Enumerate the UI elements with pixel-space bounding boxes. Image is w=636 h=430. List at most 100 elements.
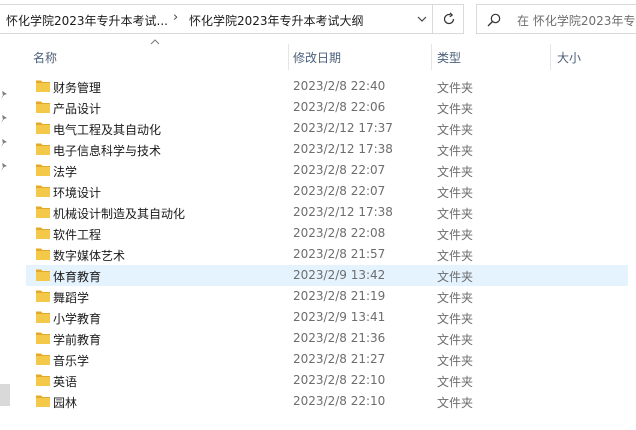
file-date: 2023/2/8 22:07	[293, 163, 386, 177]
file-name: 学前教育	[53, 333, 102, 347]
folder-icon	[36, 374, 50, 386]
column-header-type-label: 类型	[437, 51, 462, 65]
file-type: 文件夹	[437, 270, 474, 284]
file-name: 产品设计	[53, 102, 102, 116]
file-row[interactable]: 法学 2023/2/8 22:07 文件夹	[26, 160, 628, 181]
file-type: 文件夹	[437, 354, 474, 368]
file-date: 2023/2/12 17:38	[293, 142, 393, 156]
pin-icon[interactable]	[0, 162, 8, 172]
file-type: 文件夹	[437, 144, 474, 158]
search-input[interactable]: 在 怀化学院2023年专升本考试大纲 中搜索	[476, 4, 636, 34]
file-row[interactable]: 小学教育 2023/2/9 13:41 文件夹	[26, 307, 628, 328]
column-header-name[interactable]	[26, 38, 288, 76]
file-date: 2023/2/8 21:19	[293, 289, 386, 303]
file-type: 文件夹	[437, 81, 474, 95]
column-header-size-label: 大小	[557, 51, 582, 65]
pin-icon[interactable]	[0, 114, 8, 124]
file-name: 数字媒体艺术	[53, 249, 126, 263]
file-row[interactable]: 电子信息科学与技术 2023/2/12 17:38 文件夹	[26, 139, 628, 160]
file-name: 舞蹈学	[53, 291, 90, 305]
file-type: 文件夹	[437, 102, 474, 116]
scrollbar-thumb[interactable]	[0, 384, 10, 406]
file-row[interactable]: 产品设计 2023/2/8 22:06 文件夹	[26, 97, 628, 118]
file-row[interactable]: 机械设计制造及其自动化 2023/2/12 17:38 文件夹	[26, 202, 628, 223]
column-header-date-label: 修改日期	[293, 51, 342, 65]
address-bar[interactable]: 怀化学院2023年专升本考试... › 怀化学院2023年专升本考试大纲	[0, 4, 464, 34]
file-date: 2023/2/12 17:38	[293, 205, 393, 219]
file-type: 文件夹	[437, 291, 474, 305]
folder-icon	[36, 185, 50, 197]
file-date: 2023/2/8 22:07	[293, 184, 386, 198]
file-name: 机械设计制造及其自动化	[53, 207, 186, 221]
file-row[interactable]: 环境设计 2023/2/8 22:07 文件夹	[26, 181, 628, 202]
file-type: 文件夹	[437, 312, 474, 326]
file-type: 文件夹	[437, 375, 474, 389]
file-row[interactable]: 英语 2023/2/8 22:10 文件夹	[26, 370, 628, 391]
file-date: 2023/2/8 22:10	[293, 394, 386, 408]
file-name: 法学	[53, 165, 78, 179]
file-name: 音乐学	[53, 354, 90, 368]
file-date: 2023/2/8 22:40	[293, 79, 386, 93]
folder-icon	[36, 290, 50, 302]
file-row[interactable]: 软件工程 2023/2/8 22:08 文件夹	[26, 223, 628, 244]
file-row[interactable]: 数字媒体艺术 2023/2/8 21:57 文件夹	[26, 244, 628, 265]
file-row[interactable]: 体育教育 2023/2/9 13:42 文件夹	[26, 265, 628, 286]
folder-icon	[36, 227, 50, 239]
file-row[interactable]: 舞蹈学 2023/2/8 21:19 文件夹	[26, 286, 628, 307]
file-name: 小学教育	[53, 312, 102, 326]
folder-icon	[36, 353, 50, 365]
file-date: 2023/2/8 21:27	[293, 352, 386, 366]
file-name: 电子信息科学与技术	[53, 144, 162, 158]
file-row[interactable]: 音乐学 2023/2/8 21:27 文件夹	[26, 349, 628, 370]
file-type: 文件夹	[437, 207, 474, 221]
folder-icon	[36, 122, 50, 134]
folder-icon	[36, 164, 50, 176]
navigation-pane[interactable]	[0, 38, 12, 430]
file-type: 文件夹	[437, 333, 474, 347]
file-date: 2023/2/12 17:37	[293, 121, 393, 135]
file-name: 园林	[53, 396, 78, 410]
file-name: 电气工程及其自动化	[53, 123, 162, 137]
file-date: 2023/2/8 22:10	[293, 373, 386, 387]
breadcrumb-separator[interactable]: ›	[173, 10, 178, 25]
file-date: 2023/2/9 13:41	[293, 310, 386, 324]
folder-icon	[36, 143, 50, 155]
file-type: 文件夹	[437, 249, 474, 263]
pin-icon[interactable]	[0, 138, 8, 148]
file-date: 2023/2/9 13:42	[293, 268, 386, 282]
column-header-name-label: 名称	[33, 51, 58, 65]
folder-icon	[36, 395, 50, 407]
refresh-icon	[443, 12, 455, 25]
pin-icon[interactable]	[0, 90, 8, 100]
file-name: 环境设计	[53, 186, 102, 200]
folder-icon	[36, 332, 50, 344]
file-date: 2023/2/8 22:08	[293, 226, 386, 240]
search-icon	[487, 13, 501, 27]
file-type: 文件夹	[437, 123, 474, 137]
file-date: 2023/2/8 22:06	[293, 100, 386, 114]
folder-icon	[36, 206, 50, 218]
file-name: 财务管理	[53, 81, 102, 95]
folder-icon	[36, 80, 50, 92]
file-date: 2023/2/8 21:36	[293, 331, 386, 345]
folder-icon	[36, 248, 50, 260]
folder-icon	[36, 101, 50, 113]
file-type: 文件夹	[437, 186, 474, 200]
refresh-button[interactable]	[432, 4, 464, 34]
chevron-down-icon[interactable]	[414, 11, 430, 27]
file-name: 体育教育	[53, 270, 102, 284]
folder-icon	[36, 311, 50, 323]
file-row[interactable]: 电气工程及其自动化 2023/2/12 17:37 文件夹	[26, 118, 628, 139]
search-placeholder: 在 怀化学院2023年专升本考试大纲 中搜索	[517, 14, 636, 28]
file-name: 软件工程	[53, 228, 102, 242]
file-row[interactable]: 园林 2023/2/8 22:10 文件夹	[26, 391, 628, 412]
breadcrumb-parent[interactable]: 怀化学院2023年专升本考试...	[6, 12, 168, 29]
file-type: 文件夹	[437, 396, 474, 410]
file-type: 文件夹	[437, 228, 474, 242]
breadcrumb-current[interactable]: 怀化学院2023年专升本考试大纲	[189, 12, 364, 29]
folder-icon	[36, 269, 50, 281]
file-row[interactable]: 学前教育 2023/2/8 21:36 文件夹	[26, 328, 628, 349]
file-row[interactable]: 财务管理 2023/2/8 22:40 文件夹	[26, 76, 628, 97]
file-name: 英语	[53, 375, 78, 389]
file-type: 文件夹	[437, 165, 474, 179]
